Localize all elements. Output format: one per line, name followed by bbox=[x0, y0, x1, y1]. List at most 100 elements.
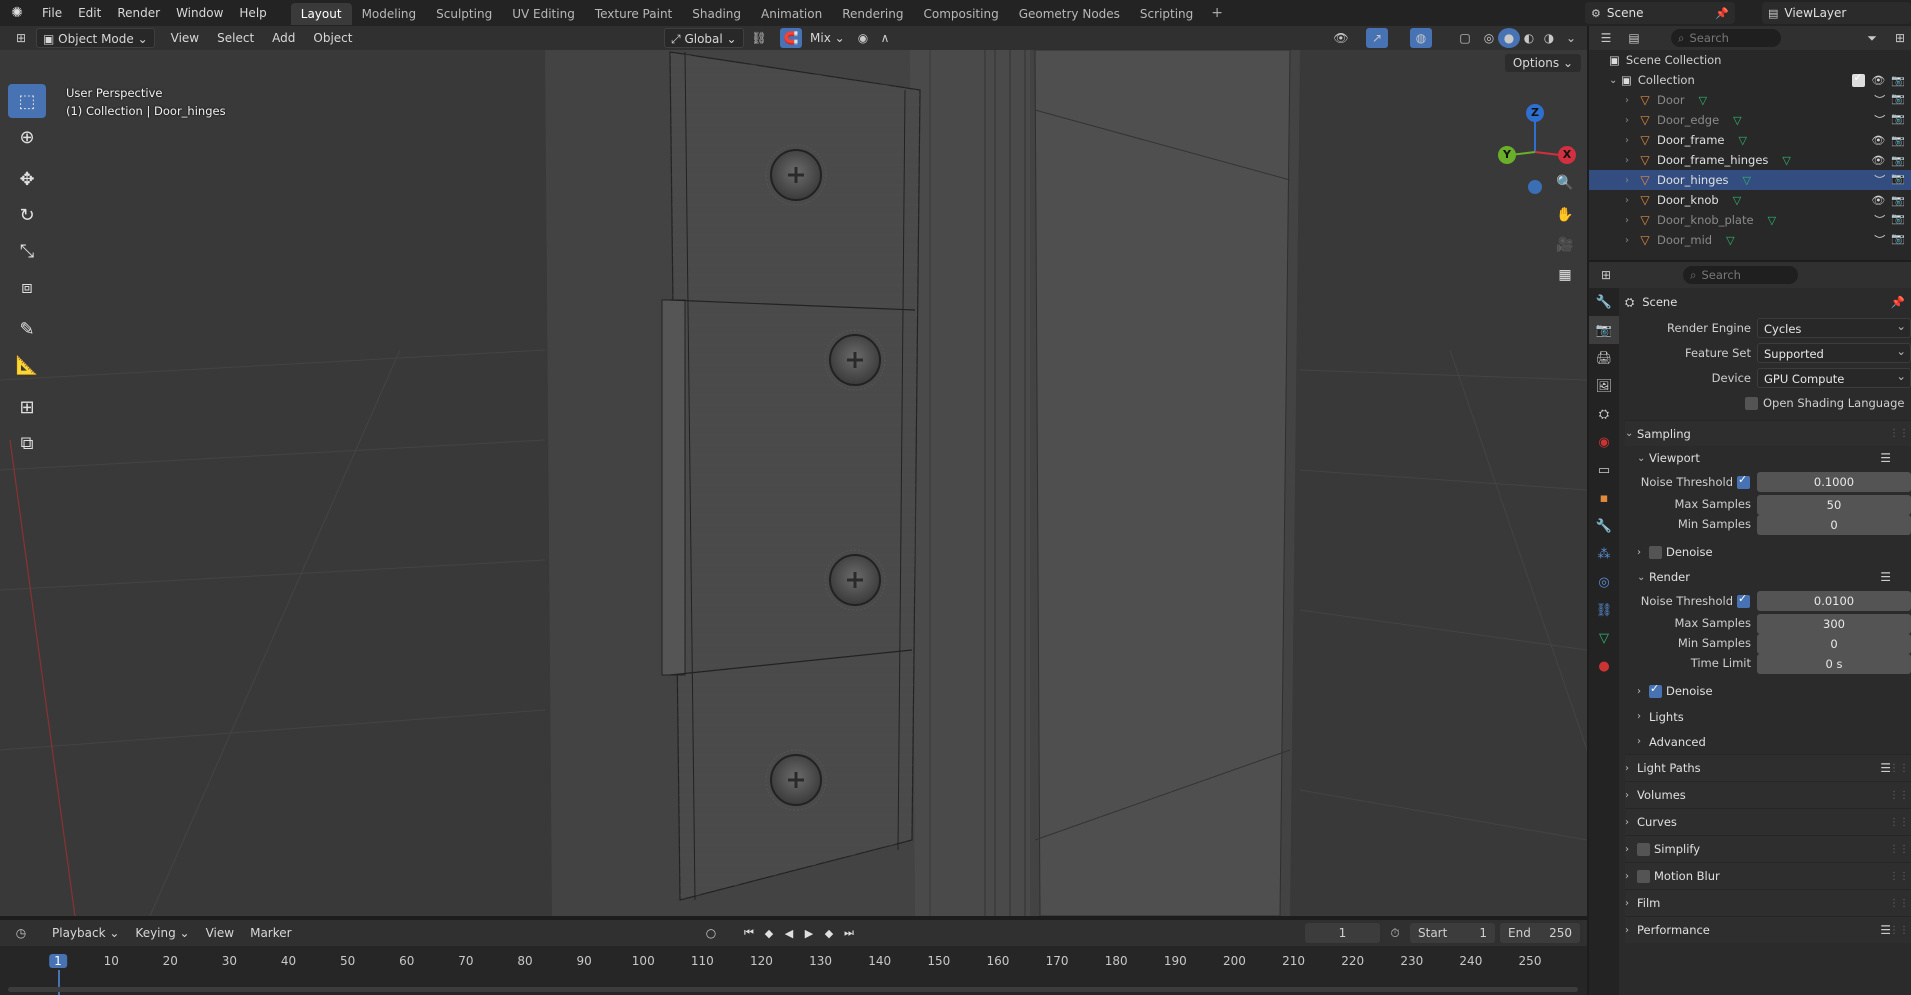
drag-grip-icon[interactable]: ⋮⋮ bbox=[1889, 428, 1909, 439]
vp-denoise-subpanel[interactable]: › Denoise bbox=[1625, 539, 1911, 565]
outliner-object-row[interactable]: › ▽ Door ▽ ︶ 📷 bbox=[1589, 90, 1911, 110]
gizmo-x-axis[interactable]: X bbox=[1558, 146, 1576, 164]
expand-arrow-icon[interactable]: › bbox=[1625, 95, 1637, 106]
collection-checkbox[interactable] bbox=[1852, 71, 1866, 87]
tab-layout[interactable]: Layout bbox=[290, 3, 352, 25]
view-layer-tab-icon[interactable]: 🖼 bbox=[1589, 372, 1619, 400]
outliner-object-row[interactable]: › ▽ Door_frame_hinges ▽ 👁 📷 bbox=[1589, 150, 1911, 170]
editor-type-icon[interactable]: ⊞ bbox=[10, 28, 32, 48]
menu-playback[interactable]: Playback ⌄ bbox=[46, 923, 125, 943]
menu-window[interactable]: Window bbox=[168, 0, 231, 26]
outliner-object-row[interactable]: › ▽ Door_frame ▽ 👁 📷 bbox=[1589, 130, 1911, 150]
tab-sculpting[interactable]: Sculpting bbox=[426, 3, 502, 25]
jump-end-icon[interactable]: ⏭ bbox=[840, 923, 858, 943]
scene-selector[interactable]: ⚙ Scene 📌 bbox=[1585, 2, 1735, 24]
view-layer-selector[interactable]: ▤ ViewLayer bbox=[1762, 2, 1911, 24]
outliner-object-row[interactable]: › ▽ Door_hinges ▽ ︶ 📷 bbox=[1589, 170, 1911, 190]
visibility-icon[interactable]: 👁 bbox=[1330, 28, 1352, 48]
tab-rendering[interactable]: Rendering bbox=[832, 3, 913, 25]
tab-uv-editing[interactable]: UV Editing bbox=[502, 3, 585, 25]
snap-toggle-icon[interactable]: 🧲 bbox=[780, 28, 802, 48]
drag-grip-icon[interactable]: ⋮⋮ bbox=[1889, 763, 1909, 774]
expand-arrow-icon[interactable]: › bbox=[1625, 195, 1637, 206]
motion-blur-checkbox[interactable] bbox=[1637, 869, 1650, 883]
timeline-scrollbar[interactable] bbox=[8, 987, 1578, 992]
gizmo-toggle-icon[interactable]: ↗ bbox=[1366, 28, 1388, 48]
advanced-subpanel[interactable]: › Advanced bbox=[1625, 729, 1911, 754]
measure-icon[interactable]: 📐 bbox=[8, 348, 46, 382]
filter-icon[interactable]: ⏷ bbox=[1861, 28, 1883, 48]
outliner-object-row[interactable]: › ▽ Door_knob_plate ▽ ︶ 📷 bbox=[1589, 210, 1911, 230]
pin-icon[interactable]: 📌 bbox=[1715, 7, 1729, 20]
transform-orientation-dropdown[interactable]: ⤢ Global ⌄ bbox=[664, 28, 744, 48]
auto-keying-icon[interactable]: ○ bbox=[700, 923, 722, 943]
vp-min-samples-field[interactable]: 0 bbox=[1757, 515, 1911, 535]
volumes-panel[interactable]: › Volumes ⋮⋮ bbox=[1625, 781, 1911, 808]
light-paths-panel[interactable]: › Light Paths ☰ ⋮⋮ bbox=[1625, 754, 1911, 781]
snap-mode-dropdown[interactable]: Mix ⌄ bbox=[804, 28, 851, 48]
camera-view-icon[interactable]: 🎥 bbox=[1550, 230, 1580, 260]
outliner-search[interactable]: ⌕ Search bbox=[1671, 29, 1781, 47]
menu-marker[interactable]: Marker bbox=[244, 923, 297, 943]
viewport-subpanel-header[interactable]: ⌄ Viewport ☰ bbox=[1625, 446, 1911, 470]
eye-icon[interactable]: 👁 bbox=[1871, 74, 1885, 87]
data-tab-icon[interactable]: ▽ bbox=[1589, 624, 1619, 652]
lights-subpanel[interactable]: › Lights bbox=[1625, 704, 1911, 729]
menu-render[interactable]: Render bbox=[109, 0, 168, 26]
camera-icon[interactable]: 📷 bbox=[1891, 154, 1905, 167]
properties-search[interactable]: ⌕ Search bbox=[1683, 266, 1798, 284]
r-noise-threshold-checkbox[interactable] bbox=[1737, 592, 1750, 608]
simplify-panel[interactable]: › Simplify ⋮⋮ bbox=[1625, 835, 1911, 862]
osl-checkbox[interactable] bbox=[1745, 396, 1758, 410]
camera-icon[interactable]: 📷 bbox=[1891, 194, 1905, 207]
new-collection-icon[interactable]: ⊞ bbox=[1889, 28, 1911, 48]
display-mode-icon[interactable]: ▤ bbox=[1623, 28, 1645, 48]
time-limit-field[interactable]: 0 s bbox=[1757, 654, 1911, 674]
eye-icon[interactable]: 👁 bbox=[1871, 154, 1885, 167]
camera-icon[interactable]: 📷 bbox=[1891, 134, 1905, 147]
menu-object[interactable]: Object bbox=[307, 28, 358, 48]
constraints-tab-icon[interactable]: ⛓ bbox=[1589, 596, 1619, 624]
move-icon[interactable]: ✥ bbox=[8, 162, 46, 196]
drag-grip-icon[interactable]: ⋮⋮ bbox=[1889, 844, 1909, 855]
play-reverse-icon[interactable]: ◀ bbox=[780, 923, 798, 943]
gizmo-z-axis[interactable]: Z bbox=[1526, 104, 1544, 122]
expand-arrow-icon[interactable]: › bbox=[1625, 155, 1637, 166]
properties-editor-icon[interactable]: ⊞ bbox=[1595, 265, 1617, 285]
next-keyframe-icon[interactable]: ◆ bbox=[820, 923, 838, 943]
current-frame-field[interactable]: 1 bbox=[1305, 923, 1380, 943]
zoom-icon[interactable]: 🔍 bbox=[1550, 168, 1580, 198]
timeline-editor-icon[interactable]: ◷ bbox=[10, 923, 32, 943]
tab-texture-paint[interactable]: Texture Paint bbox=[585, 3, 682, 25]
expand-arrow-icon[interactable]: › bbox=[1625, 235, 1637, 246]
r-denoise-subpanel[interactable]: › Denoise bbox=[1625, 678, 1911, 704]
cursor-icon[interactable]: ⊕ bbox=[8, 120, 46, 154]
menu-view[interactable]: View bbox=[165, 28, 205, 48]
pan-hand-icon[interactable]: ✋ bbox=[1550, 200, 1580, 230]
expand-arrow-icon[interactable]: › bbox=[1625, 215, 1637, 226]
rendered-shading-icon[interactable]: ◑ bbox=[1538, 28, 1560, 48]
tab-compositing[interactable]: Compositing bbox=[913, 3, 1008, 25]
expand-arrow-icon[interactable]: › bbox=[1625, 115, 1637, 126]
add-cube-icon[interactable]: ⊞ bbox=[8, 390, 46, 424]
tab-modeling[interactable]: Modeling bbox=[352, 3, 427, 25]
rotate-icon[interactable]: ↻ bbox=[8, 198, 46, 232]
scale-icon[interactable]: ⤡ bbox=[8, 234, 46, 268]
vp-noise-threshold-field[interactable]: 0.1000 bbox=[1757, 472, 1911, 492]
eye-icon[interactable]: 👁 bbox=[1871, 134, 1885, 147]
play-icon[interactable]: ▶ bbox=[800, 923, 818, 943]
pivot-point-icon[interactable]: ⛓ bbox=[748, 28, 770, 48]
scene-collection-row[interactable]: ▣ Scene Collection bbox=[1589, 50, 1911, 70]
scene-tab-icon[interactable]: ⛭ bbox=[1589, 400, 1619, 428]
tab-scripting[interactable]: Scripting bbox=[1130, 3, 1203, 25]
tab-shading[interactable]: Shading bbox=[682, 3, 751, 25]
tab-geometry-nodes[interactable]: Geometry Nodes bbox=[1009, 3, 1130, 25]
render-engine-dropdown[interactable]: Cycles bbox=[1757, 316, 1911, 338]
camera-icon[interactable]: 📷 bbox=[1891, 74, 1905, 87]
outliner-editor-icon[interactable]: ☰ bbox=[1595, 28, 1617, 48]
drag-grip-icon[interactable]: ⋮⋮ bbox=[1889, 925, 1909, 936]
outliner-object-row[interactable]: › ▽ Door_edge ▽ ︶ 📷 bbox=[1589, 110, 1911, 130]
collection-row[interactable]: ⌄ ▣ Collection 👁 📷 bbox=[1589, 70, 1911, 90]
r-min-samples-field[interactable]: 0 bbox=[1757, 634, 1911, 654]
annotate-icon[interactable]: ✎ bbox=[8, 312, 46, 346]
